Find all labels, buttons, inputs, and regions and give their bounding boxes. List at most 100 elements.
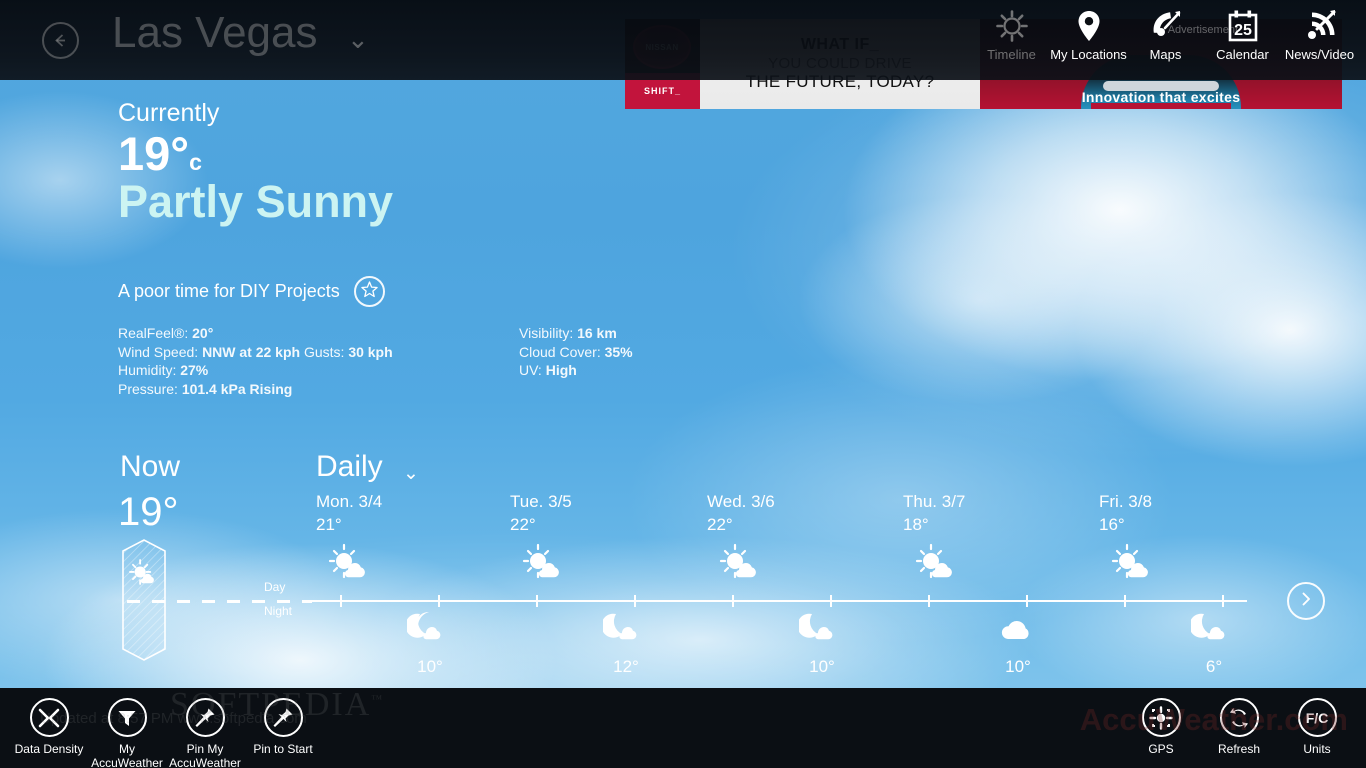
current-condition-phrase: Partly Sunny: [118, 176, 394, 227]
timeline-tick: [1222, 595, 1224, 607]
nav-item-news-video[interactable]: News/Video: [1281, 6, 1358, 62]
my-accuweather-button[interactable]: My AccuWeather: [88, 688, 166, 768]
pin-to-start-button[interactable]: Pin to Start: [244, 688, 322, 768]
current-temperature-value: 19°: [118, 127, 190, 180]
forecast-day-high: 18°: [903, 515, 929, 534]
pin-my-accuweather-button[interactable]: Pin My AccuWeather: [166, 688, 244, 768]
moon-behind-cloud-icon: [566, 610, 686, 651]
command-label: Pin My AccuWeather: [169, 742, 241, 768]
nav-label: Timeline: [987, 47, 1036, 62]
back-button[interactable]: [42, 22, 79, 59]
forecast-night-column[interactable]: 10°: [958, 610, 1078, 677]
top-nav-bar: Timeline My Locations Maps 25 Calendar N…: [973, 6, 1358, 62]
temperature-unit: c: [189, 149, 202, 175]
map-pin-icon: [1072, 6, 1106, 46]
command-label: Data Density: [14, 742, 84, 756]
forecast-day-high: 22°: [707, 515, 733, 534]
forecast-day-column[interactable]: Wed. 3/6 22°: [707, 492, 897, 586]
chevron-right-icon: [1298, 591, 1314, 612]
timeline-tick: [1026, 595, 1028, 607]
nav-item-my-locations[interactable]: My Locations: [1050, 6, 1127, 62]
gps-crosshair-icon: [1141, 698, 1181, 737]
current-temperature: 19°c: [118, 130, 202, 177]
forecast-day-high: 22°: [510, 515, 536, 534]
bottom-app-bar: Data Density My AccuWeather Pin My AccuWea…: [0, 688, 1366, 768]
forecast-day-name: Tue. 3/5: [510, 492, 572, 511]
sun-icon: [995, 6, 1029, 46]
refresh-button[interactable]: Refresh: [1200, 688, 1278, 756]
nav-label: My Locations: [1050, 47, 1127, 62]
forecast-night-column[interactable]: 10°: [370, 610, 490, 677]
now-temperature: 19°: [118, 490, 179, 534]
timeline-tick: [438, 595, 440, 607]
forecast-day-name: Mon. 3/4: [316, 492, 383, 511]
app-bar-left-commands: Data Density My AccuWeather Pin My AccuWea…: [10, 688, 322, 768]
detail-uv: UV: High: [519, 362, 577, 378]
pin-icon: [263, 698, 303, 737]
forecast-day-column[interactable]: Tue. 3/5 22°: [510, 492, 700, 586]
timeline-tick: [634, 595, 636, 607]
timeline-tick: [732, 595, 734, 607]
sun-behind-cloud-icon: [1111, 543, 1289, 586]
nav-label: Maps: [1149, 47, 1182, 62]
timeline-solid-segment: [312, 600, 1247, 602]
forecast-timeline: [127, 595, 1247, 607]
forecast-mode-chevron-down-icon[interactable]: ⌄: [403, 462, 419, 485]
units-fc-icon: F/C: [1297, 698, 1337, 737]
sun-behind-cloud-icon: [328, 543, 506, 586]
nav-item-timeline[interactable]: Timeline: [973, 6, 1050, 62]
forecast-mode-label[interactable]: Daily: [316, 450, 383, 484]
units-fc-text: F/C: [1305, 709, 1329, 726]
forecast-night-column[interactable]: 12°: [566, 610, 686, 677]
forecast-day-column[interactable]: Thu. 3/7 18°: [903, 492, 1093, 586]
moon-behind-cloud-icon: [762, 610, 882, 651]
nav-item-maps[interactable]: Maps: [1127, 6, 1204, 62]
now-label: Now: [120, 450, 181, 483]
units-button[interactable]: F/C Units: [1278, 688, 1356, 756]
forecast-night-low: 10°: [417, 657, 443, 676]
lifestyle-index-text: A poor time for DIY Projects: [118, 281, 340, 301]
detail-wind-speed: Wind Speed: NNW at 22 kph Gusts: 30 kph: [118, 343, 393, 360]
lifestyle-index-row: A poor time for DIY Projects: [118, 276, 385, 307]
svg-text:25: 25: [1234, 22, 1252, 39]
star-outline-icon: [360, 280, 379, 304]
nav-item-calendar[interactable]: 25 Calendar: [1204, 6, 1281, 62]
timeline-dashed-segment: [127, 600, 312, 603]
forecast-day-name: Fri. 3/8: [1099, 492, 1152, 511]
app-bar-right-commands: GPS Refresh F/C Units: [1122, 688, 1356, 756]
forecast-day-column[interactable]: Fri. 3/8 16°: [1099, 492, 1289, 586]
forecast-night-low: 10°: [1005, 657, 1031, 676]
data-density-button[interactable]: Data Density: [10, 688, 88, 768]
detail-realfeel: RealFeel®: 20°: [118, 325, 214, 341]
accuweather-app: Las Vegas ⌄ NISSAN SHIFT_ WHAT IF_ YOU C…: [0, 0, 1366, 768]
forecast-day-high: 16°: [1099, 515, 1125, 534]
sun-behind-cloud-icon: [522, 543, 700, 586]
city-chevron-down-icon[interactable]: ⌄: [347, 26, 369, 52]
command-label: Refresh: [1217, 742, 1261, 756]
forecast-day-column[interactable]: Mon. 3/4 21°: [316, 492, 506, 586]
details-right-column: Visibility: 16 km Cloud Cover: 35% UV: H…: [519, 324, 633, 380]
forecast-night-column[interactable]: 10°: [762, 610, 882, 677]
gps-button[interactable]: GPS: [1122, 688, 1200, 756]
timeline-night-label: Night: [264, 604, 293, 618]
detail-humidity: Humidity: 27%: [118, 362, 209, 378]
forecast-day-high: 21°: [316, 515, 342, 534]
timeline-day-label: Day: [264, 580, 286, 594]
moon-behind-cloud-icon: [370, 610, 490, 651]
favorite-button[interactable]: [353, 276, 385, 307]
command-label: My AccuWeather: [91, 742, 163, 768]
details-left-column: RealFeel®: 20° Wind Speed: NNW at 22 kph…: [118, 324, 393, 398]
moon-behind-cloud-icon: [1154, 610, 1274, 651]
sun-behind-cloud-icon: [719, 543, 897, 586]
timeline-tick: [536, 595, 538, 607]
pin-icon: [185, 698, 225, 737]
command-label: Pin to Start: [253, 742, 313, 756]
currently-label: Currently: [118, 99, 220, 127]
nav-label: Calendar: [1216, 47, 1269, 62]
next-forecast-button[interactable]: [1287, 582, 1325, 620]
forecast-night-low: 10°: [809, 657, 835, 676]
sun-behind-cloud-icon: [915, 543, 1093, 586]
forecast-day-name: Wed. 3/6: [707, 492, 775, 511]
forecast-night-column[interactable]: 6°: [1154, 610, 1274, 677]
nav-label: News/Video: [1284, 47, 1355, 62]
